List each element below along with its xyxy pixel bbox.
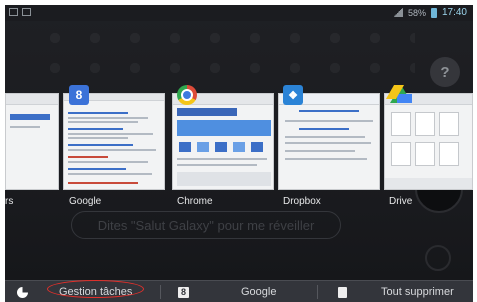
battery-level: 58% xyxy=(407,7,426,18)
chrome-icon xyxy=(177,85,197,105)
battery-icon xyxy=(430,7,437,18)
task-manager-icon xyxy=(17,286,28,298)
google-icon: 8 xyxy=(178,286,189,298)
recent-app-card-drive[interactable] xyxy=(384,93,473,190)
help-icon[interactable]: ? xyxy=(430,57,460,87)
recent-app-label: Chrome xyxy=(177,196,213,207)
drive-icon xyxy=(390,85,412,103)
recent-app-card-settings[interactable] xyxy=(5,93,59,190)
google-icon: 8 xyxy=(69,85,89,105)
highlight-annotation xyxy=(47,280,144,298)
dropbox-icon: ❖ xyxy=(283,85,303,105)
clear-all-button[interactable]: Tout supprimer xyxy=(338,281,454,302)
google-search-button[interactable]: 8 Google xyxy=(178,281,276,302)
google-search-label: Google xyxy=(241,286,277,298)
home-background xyxy=(35,23,415,83)
recent-app-label: Google xyxy=(69,196,102,207)
recent-app-card-dropbox[interactable] xyxy=(278,93,380,190)
recent-apps-strip[interactable]: rs 8 Google Chrome ❖ Dropbox Drive xyxy=(5,85,473,211)
status-bar: 58% 17:40 xyxy=(5,5,473,21)
tablet-screen: 58% 17:40 ? Dites "Salut Galaxy" pour me… xyxy=(5,5,473,302)
recent-app-card-google[interactable] xyxy=(63,93,165,190)
signal-icon xyxy=(392,8,403,17)
trash-icon xyxy=(338,286,347,298)
recent-app-label: rs xyxy=(5,196,14,207)
notification-icon xyxy=(22,8,31,16)
clock: 17:40 xyxy=(441,7,467,18)
background-widget-icon xyxy=(425,245,451,271)
voice-hint-text: Dites "Salut Galaxy" pour me réveiller xyxy=(71,211,341,239)
screenshot-icon xyxy=(9,8,18,16)
recent-app-label: Drive xyxy=(389,196,413,207)
clear-all-label: Tout supprimer xyxy=(381,286,454,298)
recent-app-card-chrome[interactable] xyxy=(172,93,274,190)
recent-app-label: Dropbox xyxy=(283,196,321,207)
